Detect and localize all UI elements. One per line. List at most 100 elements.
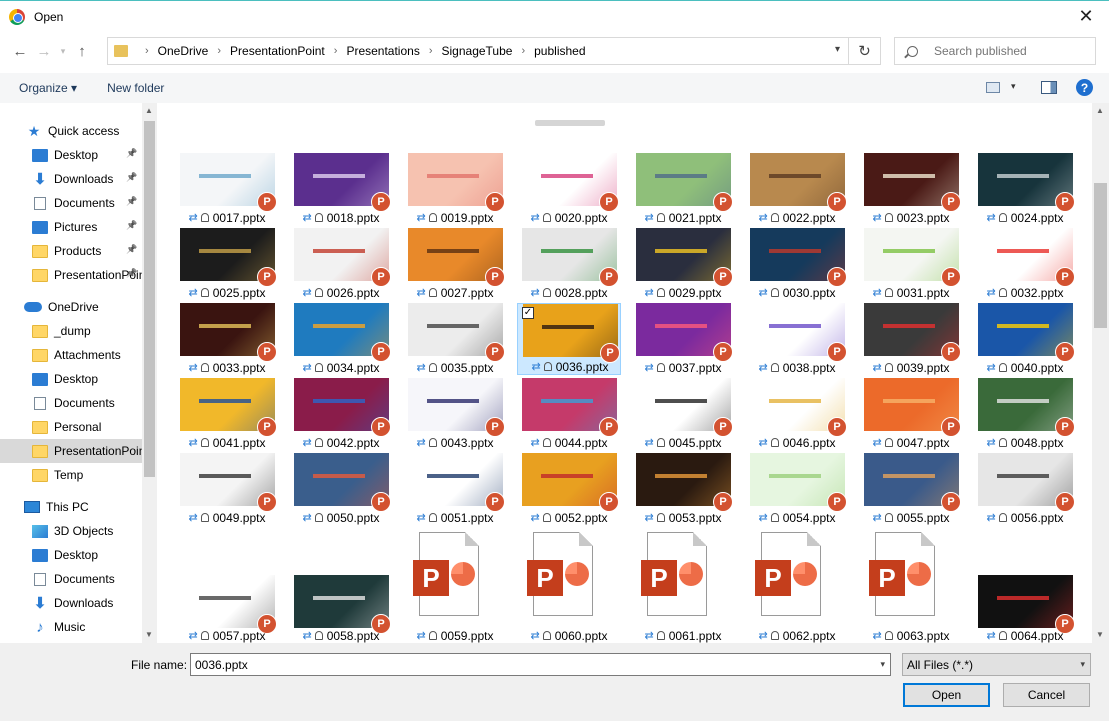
file-item[interactable]: P ⇄ 0044.pptx: [517, 378, 621, 450]
chevron-down-icon[interactable]: ▾: [880, 659, 885, 670]
file-item[interactable]: P ⇄ 0017.pptx: [175, 153, 279, 225]
search-box[interactable]: [894, 37, 1096, 65]
file-item[interactable]: P ⇄ 0056.pptx: [973, 453, 1077, 525]
sidebar-item[interactable]: Desktop 📌: [0, 143, 142, 167]
file-item[interactable]: P ⇄ 0041.pptx: [175, 378, 279, 450]
sidebar-scroll-thumb[interactable]: [144, 121, 155, 477]
file-item[interactable]: P ⇄ 0035.pptx: [403, 303, 507, 375]
file-item[interactable]: P ⇄ 0062.pptx: [745, 528, 849, 643]
close-button[interactable]: ✕: [1063, 1, 1109, 32]
file-item[interactable]: P ⇄ 0027.pptx: [403, 228, 507, 300]
sidebar-item[interactable]: ★ Quick access: [0, 119, 142, 143]
file-item[interactable]: P ⇄ 0057.pptx: [175, 528, 279, 643]
change-view-icon[interactable]: [986, 82, 1000, 93]
scroll-up-icon[interactable]: ▲: [145, 106, 153, 115]
sidebar-item[interactable]: ♪ Music: [0, 615, 142, 639]
scroll-down-icon[interactable]: ▼: [145, 630, 153, 639]
sidebar-item[interactable]: Temp: [0, 463, 142, 487]
file-item[interactable]: P ⇄ 0033.pptx: [175, 303, 279, 375]
sidebar-item[interactable]: OneDrive: [0, 295, 142, 319]
file-item[interactable]: P ⇄ 0030.pptx: [745, 228, 849, 300]
breadcrumb-item[interactable]: OneDrive: [158, 44, 209, 58]
sidebar-item[interactable]: PresentationPoint 📌: [0, 263, 142, 287]
sidebar-item[interactable]: Pictures 📌: [0, 215, 142, 239]
file-item[interactable]: P ⇄ 0018.pptx: [289, 153, 393, 225]
help-icon[interactable]: ?: [1076, 79, 1093, 96]
sidebar-item[interactable]: Attachments: [0, 343, 142, 367]
file-list-scroll-thumb[interactable]: [1094, 183, 1107, 328]
sidebar-item[interactable]: Products 📌: [0, 239, 142, 263]
file-item[interactable]: P ⇄ 0023.pptx: [859, 153, 963, 225]
file-type-select[interactable]: All Files (*.*) ▾: [902, 653, 1091, 676]
sidebar-item[interactable]: Desktop: [0, 543, 142, 567]
file-item[interactable]: P ⇄ 0058.pptx: [289, 528, 393, 643]
file-item[interactable]: P ⇄ 0054.pptx: [745, 453, 849, 525]
sidebar-item[interactable]: Documents: [0, 391, 142, 415]
file-item[interactable]: P ⇄ 0034.pptx: [289, 303, 393, 375]
file-item[interactable]: P ⇄ 0029.pptx: [631, 228, 735, 300]
sidebar-item[interactable]: 3D Objects: [0, 519, 142, 543]
file-item[interactable]: P ✓ ⇄ 0036.pptx: [517, 303, 621, 375]
selection-checkbox[interactable]: ✓: [522, 307, 534, 319]
file-item[interactable]: P ⇄ 0051.pptx: [403, 453, 507, 525]
file-list-scrollbar[interactable]: ▲ ▼: [1092, 103, 1109, 643]
file-item[interactable]: P ⇄ 0037.pptx: [631, 303, 735, 375]
breadcrumb-item[interactable]: Presentations: [346, 44, 419, 58]
back-arrow-icon[interactable]: ←: [8, 39, 32, 63]
file-item[interactable]: P ⇄ 0059.pptx: [403, 528, 507, 643]
file-item[interactable]: P ⇄ 0046.pptx: [745, 378, 849, 450]
file-item[interactable]: P ⇄ 0038.pptx: [745, 303, 849, 375]
file-item[interactable]: P ⇄ 0039.pptx: [859, 303, 963, 375]
file-item[interactable]: P ⇄ 0052.pptx: [517, 453, 621, 525]
file-item[interactable]: P ⇄ 0055.pptx: [859, 453, 963, 525]
breadcrumb-separator-icon[interactable]: ›: [521, 45, 525, 57]
view-dropdown-icon[interactable]: ▾: [1011, 81, 1016, 92]
file-item[interactable]: P ⇄ 0021.pptx: [631, 153, 735, 225]
file-item[interactable]: P ⇄ 0031.pptx: [859, 228, 963, 300]
breadcrumb-item[interactable]: published: [534, 44, 585, 58]
open-button[interactable]: Open: [903, 683, 990, 707]
file-item[interactable]: P ⇄ 0022.pptx: [745, 153, 849, 225]
file-item[interactable]: P ⇄ 0048.pptx: [973, 378, 1077, 450]
new-folder-button[interactable]: New folder: [107, 81, 164, 95]
sidebar-item[interactable]: Documents: [0, 567, 142, 591]
recent-locations-icon[interactable]: ▾: [56, 39, 70, 63]
sidebar-item[interactable]: Personal: [0, 415, 142, 439]
scroll-up-icon[interactable]: ▲: [1096, 106, 1104, 115]
breadcrumb-separator-icon[interactable]: ›: [145, 45, 149, 57]
chevron-down-icon[interactable]: ▾: [1080, 659, 1085, 670]
breadcrumb-item[interactable]: PresentationPoint: [230, 44, 325, 58]
breadcrumb-item[interactable]: SignageTube: [442, 44, 513, 58]
file-item[interactable]: P ⇄ 0061.pptx: [631, 528, 735, 643]
file-item[interactable]: P ⇄ 0053.pptx: [631, 453, 735, 525]
breadcrumb-separator-icon[interactable]: ›: [334, 45, 338, 57]
search-input[interactable]: [934, 44, 1084, 58]
sidebar-scrollbar[interactable]: ▲ ▼: [142, 103, 157, 643]
file-item[interactable]: P ⇄ 0060.pptx: [517, 528, 621, 643]
file-name-field[interactable]: 0036.pptx ▾: [190, 653, 891, 676]
file-item[interactable]: P ⇄ 0025.pptx: [175, 228, 279, 300]
sidebar-item[interactable]: PresentationPoint: [0, 439, 142, 463]
organize-button[interactable]: Organize ▾: [19, 81, 77, 95]
sidebar-item[interactable]: _dump: [0, 319, 142, 343]
file-name-value[interactable]: 0036.pptx: [195, 658, 248, 672]
address-dropdown-icon[interactable]: ▾: [835, 44, 840, 55]
file-item[interactable]: P ⇄ 0064.pptx: [973, 528, 1077, 643]
address-bar[interactable]: › OneDrive › PresentationPoint › Presentation…: [107, 37, 849, 65]
breadcrumb-separator-icon[interactable]: ›: [429, 45, 433, 57]
file-type-value[interactable]: All Files (*.*): [907, 658, 973, 672]
file-item[interactable]: P ⇄ 0024.pptx: [973, 153, 1077, 225]
file-item[interactable]: P ⇄ 0040.pptx: [973, 303, 1077, 375]
sidebar-item[interactable]: Documents 📌: [0, 191, 142, 215]
file-item[interactable]: P ⇄ 0028.pptx: [517, 228, 621, 300]
file-item[interactable]: P ⇄ 0043.pptx: [403, 378, 507, 450]
forward-arrow-icon[interactable]: →: [32, 39, 56, 63]
cancel-button[interactable]: Cancel: [1003, 683, 1090, 707]
file-item[interactable]: P ⇄ 0042.pptx: [289, 378, 393, 450]
file-item[interactable]: P ⇄ 0050.pptx: [289, 453, 393, 525]
preview-pane-icon[interactable]: [1041, 81, 1057, 94]
file-item[interactable]: P ⇄ 0020.pptx: [517, 153, 621, 225]
file-item[interactable]: P ⇄ 0032.pptx: [973, 228, 1077, 300]
file-item[interactable]: P ⇄ 0026.pptx: [289, 228, 393, 300]
file-item[interactable]: P ⇄ 0019.pptx: [403, 153, 507, 225]
